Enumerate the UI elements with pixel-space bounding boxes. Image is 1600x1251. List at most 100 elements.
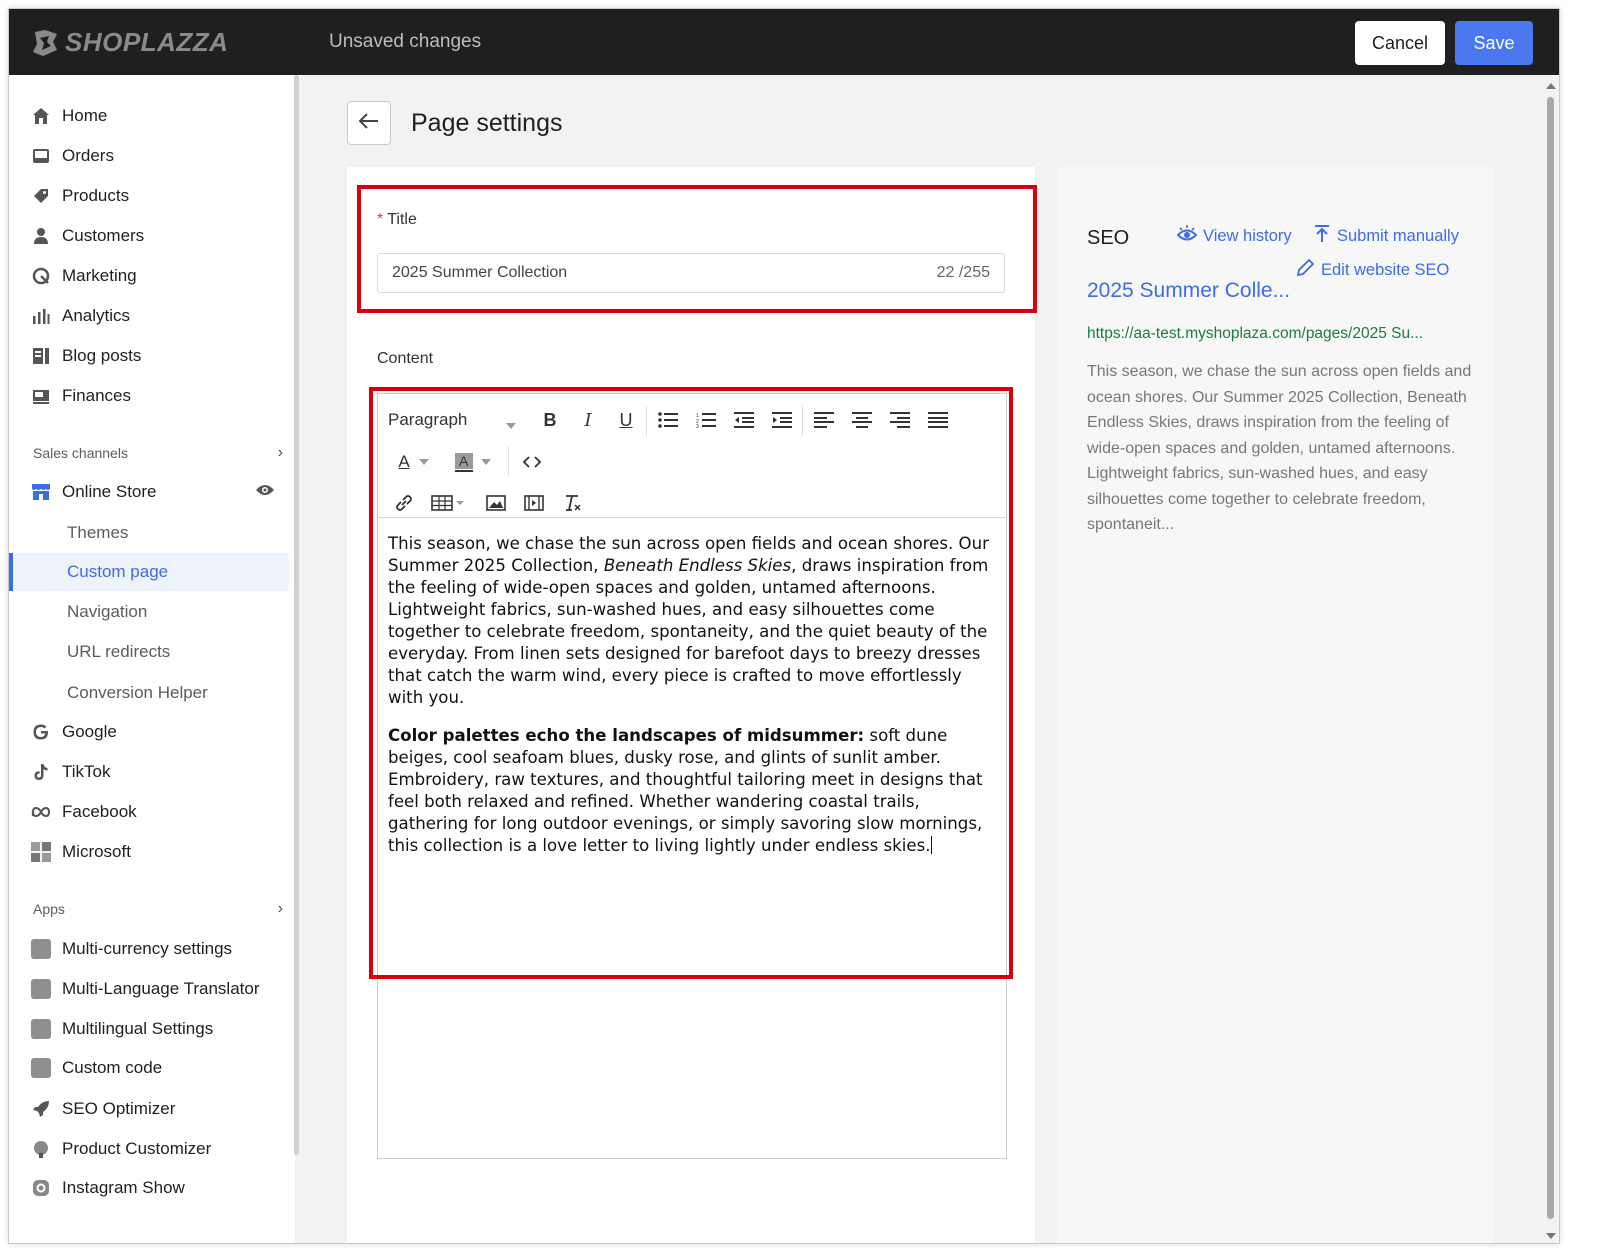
sidebar-item-label: TikTok (62, 762, 111, 781)
scrollbar-thumb[interactable] (1547, 97, 1554, 1219)
sidebar-app-multilingual[interactable]: Multilingual Settings (9, 1010, 289, 1048)
scroll-down-arrow-icon[interactable] (1546, 1233, 1556, 1239)
shoplazza-logo-icon (33, 29, 57, 56)
view-history-link[interactable]: View history (1176, 225, 1292, 248)
seo-heading: SEO (1087, 227, 1130, 249)
code-app-icon (31, 1058, 51, 1078)
sidebar-item-url-redirects[interactable]: URL redirects (9, 633, 289, 671)
marketing-icon (31, 266, 51, 286)
sidebar-item-blog-posts[interactable]: Blog posts (9, 337, 289, 375)
sidebar-item-customers[interactable]: Customers (9, 217, 289, 255)
sidebar-item-label: URL redirects (67, 642, 171, 661)
content-highlight-box (369, 387, 1013, 979)
person-icon (31, 226, 51, 246)
translator-app-icon (31, 979, 51, 999)
sidebar-item-label: Products (62, 186, 130, 205)
multilingual-app-icon (31, 1019, 51, 1039)
tag-icon (31, 186, 51, 206)
store-icon (31, 482, 51, 502)
sales-channels-heading[interactable]: Sales channels › (33, 444, 283, 461)
microsoft-icon (31, 842, 51, 862)
currency-app-icon (31, 939, 51, 959)
sidebar-item-label: Marketing (62, 266, 137, 285)
submit-manually-link[interactable]: Submit manually (1313, 225, 1459, 248)
save-button[interactable]: Save (1455, 21, 1533, 65)
sidebar-item-label: Custom page (67, 562, 169, 581)
sidebar-item-label: Navigation (67, 602, 148, 621)
top-bar: SHOPLAZZA Unsaved changes Cancel Save (9, 9, 1559, 75)
sidebar-item-label: Customers (62, 226, 145, 245)
sidebar-item-tiktok[interactable]: TikTok (9, 753, 289, 791)
seo-preview-title[interactable]: 2025 Summer Colle... (1087, 279, 1290, 303)
rocket-icon (31, 1099, 51, 1119)
sidebar-item-custom-page[interactable]: Custom page (9, 553, 289, 591)
eye-icon (1176, 225, 1198, 248)
sidebar-item-label: Home (62, 106, 108, 125)
content-field-label: Content (377, 350, 434, 367)
instagram-icon (31, 1178, 51, 1198)
title-highlight-box (357, 185, 1037, 313)
sidebar-item-products[interactable]: Products (9, 177, 289, 215)
sidebar-item-label: Multi-Language Translator (62, 979, 260, 998)
submit-manually-label: Submit manually (1337, 227, 1459, 245)
arrow-left-icon (358, 112, 379, 134)
edit-website-seo-label: Edit website SEO (1321, 261, 1450, 279)
sidebar-item-label: Blog posts (62, 346, 142, 365)
shoplazza-logo[interactable]: SHOPLAZZA (31, 27, 228, 58)
page-title: Page settings (411, 109, 563, 137)
sidebar-item-label: Product Customizer (62, 1139, 212, 1158)
sidebar-item-label: Themes (67, 523, 129, 542)
edit-website-seo-link[interactable]: Edit website SEO (1295, 258, 1449, 283)
chevron-right-icon: › (277, 444, 283, 461)
sidebar-app-multi-currency[interactable]: Multi-currency settings (9, 930, 289, 968)
sidebar-item-google[interactable]: Google (9, 713, 289, 751)
sidebar-item-label: Microsoft (62, 842, 131, 861)
sidebar-app-seo-optimizer[interactable]: SEO Optimizer (9, 1090, 289, 1128)
sidebar-item-facebook[interactable]: Facebook (9, 793, 289, 831)
sidebar-item-label: Finances (62, 386, 131, 405)
sidebar-item-microsoft[interactable]: Microsoft (9, 833, 289, 871)
page-scrollbar[interactable] (1541, 75, 1559, 1243)
sidebar-item-analytics[interactable]: Analytics (9, 297, 289, 335)
sidebar-item-label: Conversion Helper (67, 683, 208, 702)
brand-name: SHOPLAZZA (65, 27, 229, 57)
sidebar-app-instagram-show[interactable]: Instagram Show (9, 1169, 289, 1207)
upload-icon (1313, 225, 1331, 248)
app-window: SHOPLAZZA Unsaved changes Cancel Save Ho… (8, 8, 1560, 1244)
sidebar-item-navigation[interactable]: Navigation (9, 593, 289, 631)
tiktok-icon (31, 762, 51, 782)
sidebar-app-product-customizer[interactable]: Product Customizer (9, 1130, 289, 1168)
sidebar-item-home[interactable]: Home (9, 97, 289, 135)
sidebar-item-label: Multi-currency settings (62, 939, 233, 958)
scroll-up-arrow-icon[interactable] (1546, 83, 1556, 89)
apps-heading[interactable]: Apps › (33, 900, 283, 917)
sidebar-scrollbar[interactable] (294, 75, 299, 1155)
cancel-button[interactable]: Cancel (1355, 21, 1445, 65)
sidebar-item-finances[interactable]: Finances (9, 377, 289, 415)
sidebar-app-custom-code[interactable]: Custom code (9, 1049, 289, 1087)
bar-chart-icon (31, 306, 51, 326)
orders-icon (31, 146, 51, 166)
back-button[interactable] (347, 101, 391, 145)
seo-preview-description: This season, we chase the sun across ope… (1087, 363, 1472, 533)
unsaved-status: Unsaved changes (329, 31, 482, 52)
sidebar-item-online-store[interactable]: Online Store (9, 473, 289, 511)
sidebar-item-marketing[interactable]: Marketing (9, 257, 289, 295)
pencil-icon (1295, 258, 1315, 283)
eye-icon[interactable] (255, 482, 275, 502)
google-icon (31, 722, 51, 742)
blog-icon (31, 346, 51, 366)
sidebar-item-conversion-helper[interactable]: Conversion Helper (9, 674, 289, 712)
home-icon (31, 106, 51, 126)
sidebar-item-themes[interactable]: Themes (9, 514, 289, 552)
sidebar-item-label: Orders (62, 146, 114, 165)
seo-preview-url: https://aa-test.myshoplaza.com/pages/202… (1087, 325, 1424, 342)
view-history-label: View history (1203, 227, 1292, 245)
sidebar-app-multi-language[interactable]: Multi-Language Translator (9, 970, 289, 1008)
sidebar-item-orders[interactable]: Orders (9, 137, 289, 175)
sidebar-item-label: Online Store (62, 482, 157, 501)
apps-label: Apps (33, 901, 65, 917)
sidebar-item-label: Facebook (62, 802, 137, 821)
sidebar-item-label: Custom code (62, 1058, 163, 1077)
sidebar-item-label: Multilingual Settings (62, 1019, 214, 1038)
